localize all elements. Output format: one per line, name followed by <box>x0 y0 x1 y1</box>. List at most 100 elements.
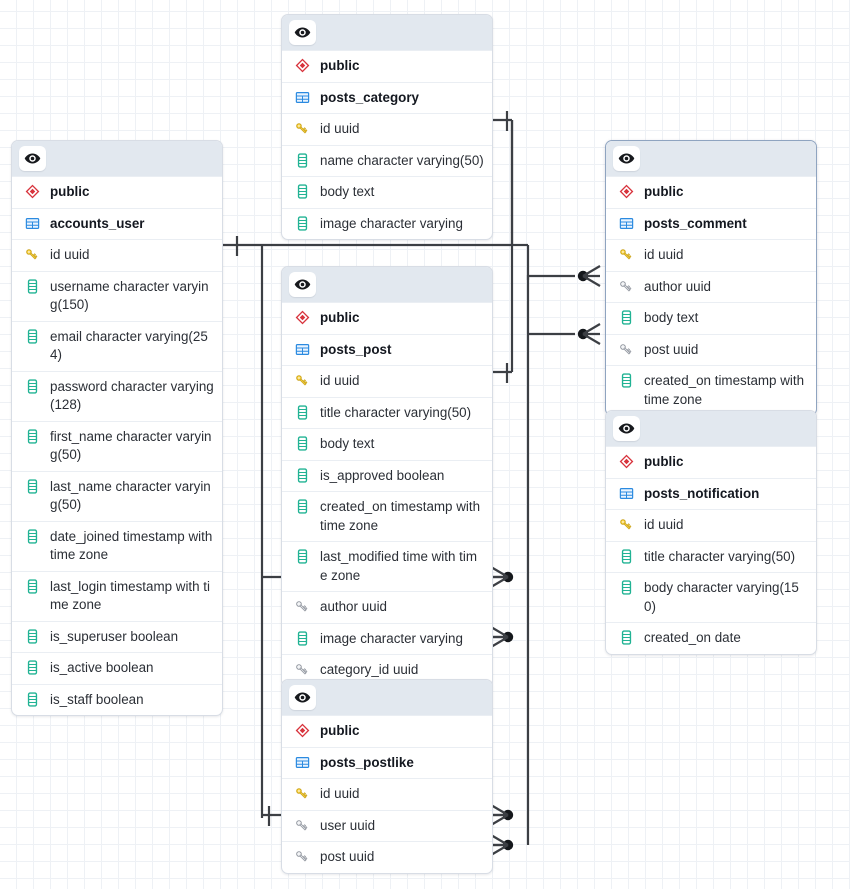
table-name-row[interactable]: posts_notification <box>606 477 816 510</box>
column-teal-icon <box>23 578 41 594</box>
schema-diamond-icon <box>617 183 635 199</box>
column-row[interactable]: is_active boolean <box>12 652 222 684</box>
table-name-label: posts_category <box>320 89 419 105</box>
table-header-accounts_user[interactable] <box>12 141 222 176</box>
column-row[interactable]: body text <box>282 176 492 208</box>
column-row[interactable]: id uuid <box>282 365 492 397</box>
key-gray-icon <box>617 278 635 295</box>
column-row[interactable]: created_on timestamp with time zone <box>606 365 816 415</box>
column-teal-icon <box>23 378 41 394</box>
column-label: image character varying <box>320 630 463 646</box>
erd-canvas[interactable]: public accounts_user id uuid username chara… <box>0 0 850 889</box>
table-name-row[interactable]: accounts_user <box>12 207 222 240</box>
column-row[interactable]: last_name character varying(50) <box>12 470 222 521</box>
column-row[interactable]: body character varying(150) <box>606 572 816 622</box>
column-row[interactable]: id uuid <box>282 778 492 810</box>
column-row[interactable]: is_superuser boolean <box>12 620 222 653</box>
schema-diamond-icon <box>293 57 311 73</box>
column-teal-icon <box>23 478 41 494</box>
column-label: category_id uuid <box>320 662 419 677</box>
column-row[interactable]: post uuid <box>606 333 816 366</box>
key-gray-icon <box>293 598 311 615</box>
column-label: created_on timestamp with time zone <box>644 373 805 407</box>
column-row[interactable]: name character varying(50) <box>282 144 492 177</box>
column-row[interactable]: id uuid <box>282 113 492 145</box>
column-teal-icon <box>293 435 311 451</box>
column-teal-icon <box>293 548 311 564</box>
column-row[interactable]: user uuid <box>282 809 492 842</box>
column-label: is_superuser boolean <box>50 628 179 644</box>
eye-icon[interactable] <box>613 416 640 441</box>
column-row[interactable]: last_modified time with time zone <box>282 541 492 591</box>
column-row[interactable]: last_login timestamp with time zone <box>12 570 222 621</box>
table-header-posts_comment[interactable] <box>606 141 816 176</box>
column-label: body text <box>320 184 375 199</box>
column-row[interactable]: username character varying(150) <box>12 270 222 321</box>
eye-icon[interactable] <box>289 272 316 297</box>
column-row[interactable]: author uuid <box>282 591 492 623</box>
table-node-posts_notification[interactable]: public posts_notification id uuid title cha… <box>605 410 817 655</box>
column-label: email character varying(254) <box>50 328 208 363</box>
eye-icon[interactable] <box>289 20 316 45</box>
column-teal-icon <box>293 630 311 646</box>
table-header-posts_category[interactable] <box>282 15 492 50</box>
column-teal-icon <box>23 278 41 294</box>
eye-icon[interactable] <box>19 146 46 171</box>
table-name-row[interactable]: posts_category <box>282 81 492 114</box>
column-label: username character varying(150) <box>50 278 209 313</box>
eye-icon[interactable] <box>613 146 640 171</box>
eye-icon[interactable] <box>289 685 316 710</box>
column-teal-icon <box>293 467 311 483</box>
column-teal-icon <box>23 528 41 544</box>
column-row[interactable]: created_on date <box>606 622 816 654</box>
column-row[interactable]: date_joined timestamp with time zone <box>12 520 222 571</box>
column-row[interactable]: created_on timestamp with time zone <box>282 491 492 541</box>
column-row[interactable]: title character varying(50) <box>606 540 816 573</box>
table-grid-icon <box>293 89 311 105</box>
table-node-posts_post[interactable]: public posts_post id uuid title character v… <box>281 266 493 687</box>
table-name-row[interactable]: posts_postlike <box>282 746 492 779</box>
column-row[interactable]: first_name character varying(50) <box>12 420 222 471</box>
table-name-row[interactable]: posts_comment <box>606 207 816 240</box>
table-node-accounts_user[interactable]: public accounts_user id uuid username chara… <box>11 140 223 716</box>
table-name-row[interactable]: posts_post <box>282 333 492 366</box>
column-label: id uuid <box>50 247 90 262</box>
column-teal-icon <box>617 548 635 564</box>
column-label: body character varying(150) <box>644 580 799 614</box>
column-label: post uuid <box>644 341 699 357</box>
column-row[interactable]: image character varying <box>282 622 492 655</box>
table-grid-icon <box>617 485 635 501</box>
key-gold-icon <box>293 785 311 802</box>
table-header-posts_post[interactable] <box>282 267 492 302</box>
table-grid-icon <box>293 341 311 357</box>
column-label: image character varying <box>320 215 463 231</box>
table-node-posts_category[interactable]: public posts_category id uuid name characte… <box>281 14 493 240</box>
column-row[interactable]: title character varying(50) <box>282 396 492 429</box>
column-label: password character varying(128) <box>50 378 214 413</box>
table-node-posts_postlike[interactable]: public posts_postlike id uuid user uuid post… <box>281 679 493 874</box>
table-node-posts_comment[interactable]: public posts_comment id uuid author uuid bod… <box>605 140 817 416</box>
column-row[interactable]: body text <box>282 428 492 460</box>
column-row[interactable]: password character varying(128) <box>12 370 222 421</box>
column-row[interactable]: is_staff boolean <box>12 683 222 716</box>
column-row[interactable]: image character varying <box>282 207 492 240</box>
table-header-posts_notification[interactable] <box>606 411 816 446</box>
column-row[interactable]: post uuid <box>282 841 492 873</box>
column-label: author uuid <box>644 278 712 294</box>
column-row[interactable]: id uuid <box>12 239 222 271</box>
column-row[interactable]: is_approved boolean <box>282 459 492 492</box>
column-row[interactable]: id uuid <box>606 239 816 271</box>
column-label: is_staff boolean <box>50 691 144 707</box>
column-row[interactable]: body text <box>606 302 816 334</box>
column-teal-icon <box>23 659 41 675</box>
column-row[interactable]: id uuid <box>606 509 816 541</box>
column-teal-icon <box>293 215 311 231</box>
column-label: post uuid <box>320 849 375 864</box>
table-header-posts_postlike[interactable] <box>282 680 492 715</box>
key-gold-icon <box>617 246 635 263</box>
column-row[interactable]: email character varying(254) <box>12 320 222 371</box>
table-grid-icon <box>617 215 635 231</box>
column-row[interactable]: author uuid <box>606 270 816 303</box>
column-teal-icon <box>617 579 635 595</box>
column-label: is_approved boolean <box>320 467 445 483</box>
